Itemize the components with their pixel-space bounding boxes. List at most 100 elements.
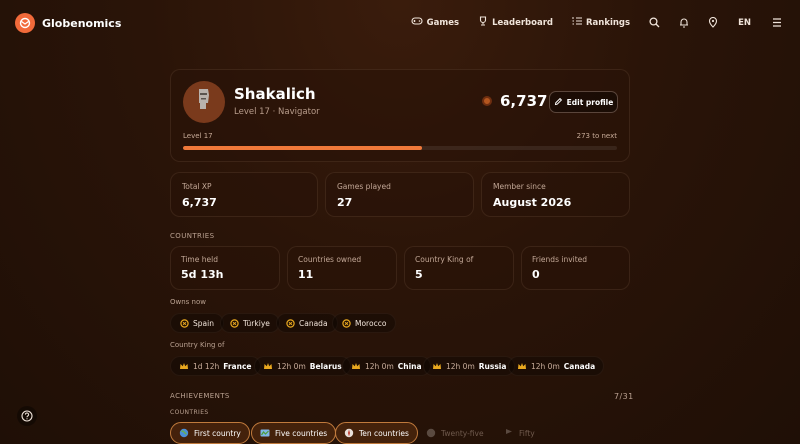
stat-label: Country King of [415,255,474,264]
nav-rankings[interactable]: Rankings [572,16,630,29]
nav-games-label: Games [426,17,460,28]
chip-label: Canada [299,318,328,328]
locked-circle-icon [426,428,436,438]
king-country: Belarus [309,361,342,371]
achievement-label: Ten countries [359,428,409,438]
language-selector[interactable]: EN [738,18,751,28]
king-country-chip[interactable]: 12h 0m China [342,356,431,376]
stat-card-member-since: Member since August 2026 [481,172,630,217]
top-navbar: Globenomics Games Leaderboard Rankings E… [0,0,800,48]
avatar[interactable] [183,81,225,123]
help-button[interactable] [17,406,37,426]
hamburger-menu-icon[interactable] [772,18,782,27]
coin-icon [482,96,492,106]
king-duration: 12h 0m [531,361,560,371]
coin-value: 6,737 [500,92,548,110]
crown-icon [264,363,272,369]
badge-icon [286,318,295,328]
stat-value: 27 [337,196,353,209]
xp-progress-fill [183,146,422,150]
king-country: China [397,361,422,371]
stat-card-total-xp: Total XP 6,737 [170,172,318,217]
nav-leaderboard[interactable]: Leaderboard [478,16,553,29]
stat-label: Games played [337,182,391,191]
achievement-fifty[interactable]: Fifty [496,422,543,444]
profile-level-title: Level 17 · Navigator [234,107,320,117]
trophy-icon [478,16,488,29]
achievement-label: Fifty [519,428,535,438]
achievements-section-title: ACHIEVEMENTS [170,392,230,400]
stat-value: 0 [532,268,540,281]
nav-rankings-label: Rankings [585,17,631,28]
owned-country-chip[interactable]: Morocco [332,313,397,333]
achievement-five-countries[interactable]: Five countries [251,422,337,444]
king-country: Russia [478,361,507,371]
stat-card-country-king: Country King of 5 [404,246,514,290]
stat-label: Countries owned [298,255,362,264]
nav-games[interactable]: Games [411,16,459,29]
stat-value: 6,737 [182,196,217,209]
chip-label: Morocco [355,318,387,328]
owned-country-chip[interactable]: Spain [170,313,224,333]
owns-now-label: Owns now [170,298,206,306]
king-country-chip[interactable]: 12h 0m Russia [423,356,516,376]
achievement-first-country[interactable]: First country [170,422,250,444]
chip-label: Türkiye [243,318,270,328]
king-country: Canada [563,361,596,371]
map-icon [260,429,270,437]
edit-profile-label: Edit profile [566,97,614,107]
achievements-count: 7/31 [614,392,634,401]
stat-label: Friends invited [532,255,588,264]
compass-icon [344,428,354,438]
brand[interactable]: Globenomics [15,13,121,33]
achievement-label: Twenty-five [441,428,484,438]
gamepad-icon [411,16,423,29]
map-pin-icon[interactable] [708,17,718,28]
king-country-chip[interactable]: 1d 12h France [170,356,261,376]
achievement-twenty-five[interactable]: Twenty-five [418,422,492,444]
achievement-ten-countries[interactable]: Ten countries [335,422,418,444]
globe-logo-icon [15,13,35,33]
list-ranking-icon [572,16,582,29]
stat-card-time-held: Time held 5d 13h [170,246,280,290]
stat-value: 5d 13h [181,268,224,281]
countries-section-title: COUNTRIES [170,232,215,240]
achievement-label: First country [194,428,241,438]
king-country-chip[interactable]: 12h 0m Belarus [254,356,351,376]
search-icon[interactable] [649,17,660,28]
crown-icon [180,363,188,369]
bell-icon[interactable] [679,17,689,28]
stat-label: Time held [181,255,218,264]
pencil-icon [554,97,563,108]
stat-card-friends-invited: Friends invited 0 [521,246,630,290]
moai-statue-icon [194,87,214,117]
badge-icon [230,318,239,328]
king-duration: 12h 0m [277,361,306,371]
crown-icon [518,363,526,369]
brand-name: Globenomics [42,16,122,30]
stat-value: 5 [415,268,423,281]
owned-country-chip[interactable]: Türkiye [220,313,280,333]
king-country-chip[interactable]: 12h 0m Canada [508,356,605,376]
country-king-label: Country King of [170,341,225,349]
stat-label: Total XP [182,182,212,191]
coin-balance: 6,737 [482,92,547,110]
stat-label: Member since [493,182,546,191]
king-country: France [223,361,252,371]
achievement-label: Five countries [275,428,328,438]
king-duration: 1d 12h [193,361,220,371]
owned-country-chip[interactable]: Canada [276,313,338,333]
stat-card-games-played: Games played 27 [325,172,474,217]
profile-name: Shakalich [234,85,316,103]
badge-icon [180,318,189,328]
stat-value: August 2026 [493,196,572,209]
flag-icon [506,429,512,437]
chip-label: Spain [193,318,214,328]
edit-profile-button[interactable]: Edit profile [549,91,618,113]
profile-card: Shakalich Level 17 · Navigator 6,737 Edi… [170,69,630,162]
stat-card-countries-owned: Countries owned 11 [287,246,397,290]
crown-icon [433,363,441,369]
xp-progress-bar [183,146,617,150]
globe-icon [179,428,189,438]
achievements-group-label: COUNTRIES [170,409,209,416]
